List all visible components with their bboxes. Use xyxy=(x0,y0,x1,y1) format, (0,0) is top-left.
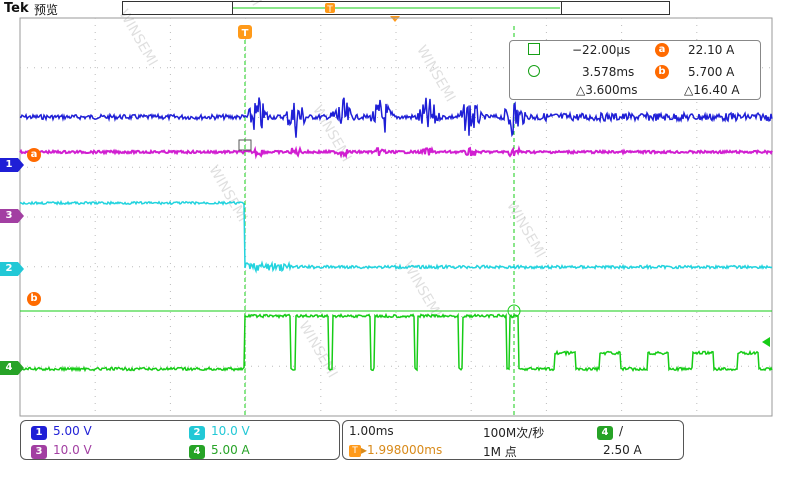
cursor-b-tag[interactable]: b xyxy=(27,292,41,306)
svg-text:WINSEMI: WINSEMI xyxy=(413,43,458,105)
cursor-readout: −22.00μs a 22.10 A 3.578ms b 5.700 A △3.… xyxy=(509,40,761,100)
channel-2-chip: 2 xyxy=(189,426,205,440)
trigger-position-readout: T ▸1.998000ms xyxy=(349,443,442,457)
channel-1-scale: 5.00 V xyxy=(53,424,92,438)
channel-2-setting[interactable]: 2 10.0 V xyxy=(189,424,250,440)
ch2-trace xyxy=(19,199,773,274)
trigger-level-arrow xyxy=(762,337,770,347)
svg-text:WINSEMI: WINSEMI xyxy=(295,319,340,381)
trigger-level: 2.50 A xyxy=(603,443,642,457)
svg-text:WINSEMI: WINSEMI xyxy=(115,7,160,69)
cursor-b-value-icon: b xyxy=(655,65,669,79)
channel-4-scale: 5.00 A xyxy=(211,443,250,457)
cursor-a-value-icon: a xyxy=(655,43,669,57)
ch3-trace xyxy=(19,145,773,160)
cursor-a-time: −22.00μs xyxy=(572,43,631,57)
delta-value: △16.40 A xyxy=(684,83,740,97)
channel-3-marker[interactable]: 3 xyxy=(0,209,24,223)
channel-3-chip: 3 xyxy=(31,445,47,459)
watermark: WINSEMIWINSEMI WINSEMI WINSEMI WINSEMIWINS… xyxy=(115,0,548,381)
cursor-a-tag[interactable]: a xyxy=(27,148,41,162)
channel-1-marker[interactable]: 1 xyxy=(0,158,24,172)
channel-3-scale: 10.0 V xyxy=(53,443,92,457)
svg-text:WINSEMI: WINSEMI xyxy=(503,199,548,261)
trigger-slope-icon: / xyxy=(619,424,624,438)
waveforms xyxy=(19,97,773,373)
channel-2-marker[interactable]: 2 xyxy=(0,262,24,276)
cursor-b-circle-icon xyxy=(528,65,540,77)
delta-time: △3.600ms xyxy=(576,83,638,97)
cursor-b-time: 3.578ms xyxy=(582,65,635,79)
status-bar: 1 5.00 V 3 10.0 V 2 10.0 V 4 5.00 A 1.00ms 1… xyxy=(20,420,780,480)
cursor-a-square-icon xyxy=(528,43,540,55)
record-length: 1M 点 xyxy=(483,445,517,459)
channel-2-scale: 10.0 V xyxy=(211,424,250,438)
channel-4-setting[interactable]: 4 5.00 A xyxy=(189,443,250,459)
channel-1-setting[interactable]: 1 5.00 V xyxy=(31,424,92,440)
channel-settings-panel[interactable]: 1 5.00 V 3 10.0 V 2 10.0 V 4 5.00 A xyxy=(20,420,340,460)
timebase-value: 1.00ms xyxy=(349,424,394,438)
sample-rate: 100M次/秒 xyxy=(483,426,545,440)
svg-text:WINSEMI: WINSEMI xyxy=(219,0,264,9)
trigger-source-chip: 4 xyxy=(597,426,613,440)
svg-text:T: T xyxy=(242,28,249,39)
ch4-trace xyxy=(19,312,773,373)
channel-4-chip: 4 xyxy=(189,445,205,459)
channel-3-setting[interactable]: 3 10.0 V xyxy=(31,443,92,459)
cursor-a-value: 22.10 A xyxy=(688,43,735,57)
channel-4-marker[interactable]: 4 xyxy=(0,361,24,375)
timebase-panel[interactable]: 1.00ms 100M次/秒 T ▸1.998000ms 1M 点 4/ 2.50… xyxy=(342,420,684,460)
cursor-b-value: 5.700 A xyxy=(688,65,735,79)
trigger-source[interactable]: 4/ xyxy=(597,424,623,440)
channel-1-chip: 1 xyxy=(31,426,47,440)
trigger-t-icon: T xyxy=(349,444,361,457)
